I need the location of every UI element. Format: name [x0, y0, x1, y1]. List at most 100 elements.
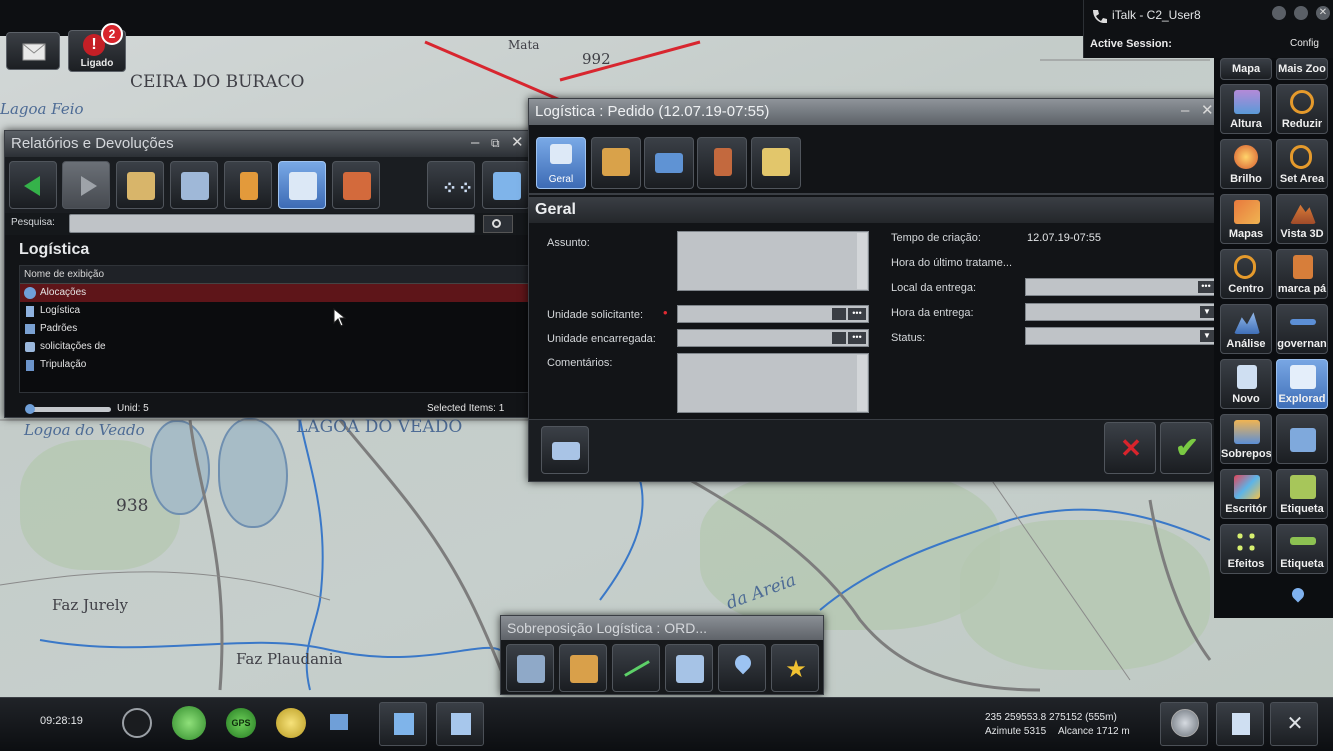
toolbar-button-brilho[interactable]: Brilho — [1220, 139, 1272, 189]
toolbar-button-mapas[interactable]: Mapas — [1220, 194, 1272, 244]
column-header[interactable]: Nome de exibição — [20, 266, 533, 284]
layers-button[interactable] — [436, 702, 484, 746]
truck-icon — [655, 153, 683, 173]
edit-icon[interactable] — [832, 332, 846, 344]
delivery-place-field[interactable]: ••• — [1025, 278, 1217, 296]
list-item[interactable]: solicitações de — [20, 338, 533, 356]
overlay-edit-button[interactable] — [506, 644, 554, 692]
overlay-titlebar[interactable]: Sobreposição Logística : ORD... — [501, 616, 823, 640]
toolbar-button-reduzir[interactable]: Reduzir — [1276, 84, 1328, 134]
search-input[interactable] — [69, 214, 475, 233]
grid-button[interactable]: ⁘⁘ — [427, 161, 475, 209]
overlay-favorite-button[interactable]: ★ — [771, 644, 819, 692]
attach-button[interactable] — [541, 426, 589, 474]
toolbar-label: Mapa — [1231, 63, 1261, 75]
resize-icon[interactable] — [330, 714, 348, 730]
toolbar-button-escritorio[interactable]: Escritór — [1220, 469, 1272, 519]
notes-button[interactable] — [1216, 702, 1264, 746]
order-window-titlebar[interactable]: Logística : Pedido (12.07.19-07:55) – ✕ — [529, 99, 1219, 125]
expand-icon[interactable] — [1289, 585, 1307, 603]
explorer-icon — [1290, 365, 1316, 389]
overlay-import-button[interactable] — [559, 644, 607, 692]
back-button[interactable] — [9, 161, 57, 209]
toolbar-button-altura[interactable]: Altura — [1220, 84, 1272, 134]
confirm-button[interactable]: ✔ — [1160, 422, 1212, 474]
open-folder-button[interactable] — [116, 161, 164, 209]
slider-handle[interactable] — [25, 404, 35, 414]
reports-window-titlebar[interactable]: Relatórios e Devoluções – ⧉ ✕ — [5, 131, 534, 157]
more-icon[interactable]: ••• — [848, 332, 866, 344]
minimize-icon[interactable] — [1272, 6, 1286, 20]
toolbar-button-explorador[interactable]: Explorad — [1276, 359, 1328, 409]
config-link[interactable]: Config — [1290, 38, 1319, 49]
delivery-time-field[interactable]: ▼ — [1025, 303, 1217, 321]
cancel-button[interactable]: ✕ — [1104, 422, 1156, 474]
toolbar-button-mapa[interactable]: Mapa — [1220, 58, 1272, 80]
overlay-list-button[interactable] — [665, 644, 713, 692]
requesting-unit-field[interactable]: ••• — [677, 305, 869, 323]
gps-icon[interactable]: GPS — [226, 708, 256, 738]
tab-transport[interactable] — [644, 137, 694, 189]
comments-field[interactable] — [677, 353, 869, 413]
more-icon[interactable]: ••• — [1198, 281, 1214, 293]
toolbar-button-window[interactable] — [1276, 414, 1328, 464]
tab-tools[interactable] — [697, 137, 747, 189]
subject-field[interactable] — [677, 231, 869, 291]
desktop-icon — [1234, 475, 1260, 499]
responsible-unit-field[interactable]: ••• — [677, 329, 869, 347]
draw-button[interactable] — [379, 702, 427, 746]
phone-status-icon[interactable] — [172, 706, 206, 740]
toolbar-button-efeitos[interactable]: Efeitos — [1220, 524, 1272, 574]
toolbar-button-mais-zoom[interactable]: Mais Zoo — [1276, 58, 1328, 80]
mail-button[interactable] — [6, 32, 60, 70]
tab-supplies[interactable] — [591, 137, 641, 189]
restore-icon[interactable]: ⧉ — [491, 131, 500, 155]
search-button[interactable] — [483, 215, 513, 233]
close-icon[interactable]: ✕ — [1201, 99, 1214, 123]
satellite-icon[interactable] — [276, 708, 306, 738]
zoom-slider[interactable] — [25, 404, 111, 414]
overlay-pin-button[interactable] — [718, 644, 766, 692]
toolbar-button-etiqueta[interactable]: Etiqueta — [1276, 469, 1328, 519]
list-item[interactable]: Padrões — [20, 320, 533, 338]
overlay-line-button[interactable] — [612, 644, 660, 692]
chevron-down-icon[interactable]: ▼ — [1200, 330, 1214, 342]
view-3d-icon — [1290, 204, 1316, 224]
close-icon[interactable]: ✕ — [1316, 6, 1330, 20]
books-button[interactable] — [332, 161, 380, 209]
toolbar-button-vista-3d[interactable]: Vista 3D — [1276, 194, 1328, 244]
chevron-down-icon[interactable]: ▼ — [1200, 306, 1214, 318]
settings-button[interactable]: ✕ — [1270, 702, 1318, 746]
edit-icon[interactable] — [832, 308, 846, 320]
tab-add-attachment[interactable] — [751, 137, 801, 189]
maximize-icon[interactable] — [1294, 6, 1308, 20]
list-item[interactable]: Tripulação — [20, 356, 533, 374]
toolbar-button-analise[interactable]: Análise — [1220, 304, 1272, 354]
scrollbar[interactable] — [857, 233, 867, 289]
toolbar-button-novo[interactable]: Novo — [1220, 359, 1272, 409]
edit-button[interactable] — [482, 161, 530, 209]
minimize-icon[interactable]: – — [471, 131, 479, 155]
close-icon[interactable]: ✕ — [511, 131, 524, 155]
azimuth: Azimute 5315 — [985, 726, 1047, 737]
report-view-button[interactable] — [278, 161, 326, 209]
list-item[interactable]: Alocações — [20, 284, 533, 302]
toolbar-button-etiqueta-2[interactable]: Etiqueta — [1276, 524, 1328, 574]
list-item[interactable]: Logística — [20, 302, 533, 320]
power-icon[interactable] — [122, 708, 152, 738]
toolbar-button-set-area[interactable]: Set Area — [1276, 139, 1328, 189]
forward-button[interactable] — [62, 161, 110, 209]
toolbar-button-centro[interactable]: Centro — [1220, 249, 1272, 299]
toolbar-button-governanca[interactable]: governan — [1276, 304, 1328, 354]
more-icon[interactable]: ••• — [848, 308, 866, 320]
minimize-icon[interactable]: – — [1181, 99, 1189, 123]
status-select[interactable]: ▼ — [1025, 327, 1217, 345]
list-item-label: Logística — [40, 305, 81, 316]
toolbar-button-marca-pagina[interactable]: marca pá — [1276, 249, 1328, 299]
toolbar-button-sobreposicao[interactable]: Sobrepos — [1220, 414, 1272, 464]
import-button[interactable] — [224, 161, 272, 209]
scrollbar[interactable] — [857, 355, 867, 411]
compass-button[interactable] — [1160, 702, 1208, 746]
table-button[interactable] — [170, 161, 218, 209]
tab-geral[interactable]: Geral — [536, 137, 586, 189]
